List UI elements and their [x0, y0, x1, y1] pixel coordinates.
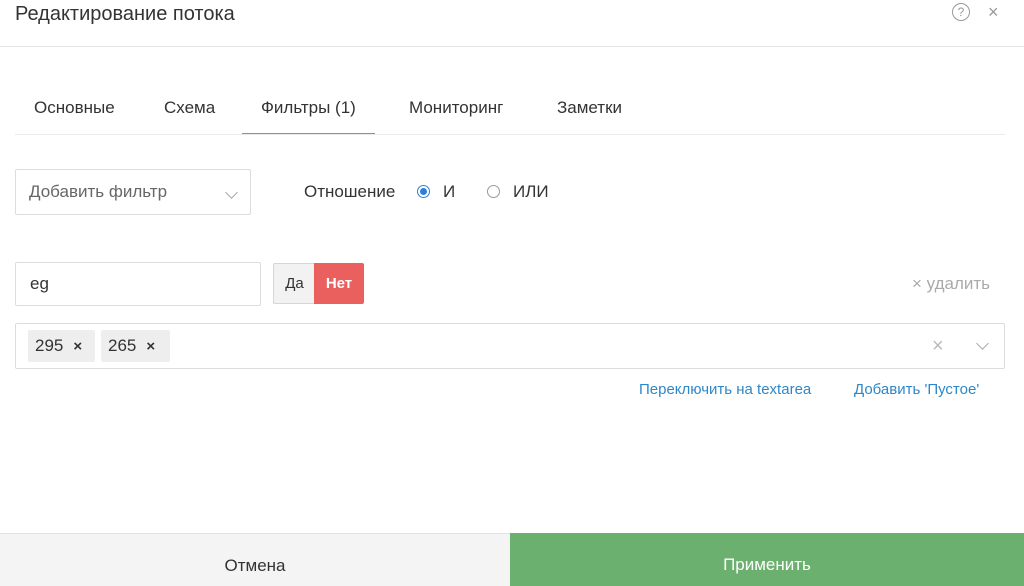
close-icon[interactable]: × — [988, 2, 999, 22]
help-icon[interactable]: ? — [952, 3, 970, 21]
clear-all-icon[interactable]: × — [932, 334, 944, 358]
dialog-title: Редактирование потока — [15, 3, 235, 25]
relation-or-label[interactable]: ИЛИ — [513, 182, 549, 202]
filter-field-input[interactable]: eg — [15, 262, 261, 306]
add-filter-placeholder: Добавить фильтр — [29, 182, 168, 201]
dialog-footer: Отмена Применить — [0, 533, 1024, 586]
value-tag-label: 295 — [35, 336, 64, 355]
tag-remove-icon[interactable]: × — [73, 338, 82, 355]
dialog-header: Редактирование потока ? × — [0, 0, 1024, 47]
yes-button[interactable]: Да — [273, 263, 315, 304]
relation-and-radio[interactable] — [417, 185, 430, 198]
values-multiselect[interactable]: 295 × 265 × × — [15, 323, 1005, 369]
value-tag: 265 × — [101, 330, 170, 362]
apply-button[interactable]: Применить — [510, 533, 1024, 586]
relation-and-label[interactable]: И — [443, 182, 455, 202]
value-tag-label: 265 — [108, 336, 137, 355]
tab-basic[interactable]: Основные — [15, 85, 134, 134]
tab-filters[interactable]: Фильтры (1) — [242, 85, 375, 134]
no-button[interactable]: Нет — [314, 263, 364, 304]
chevron-down-icon[interactable] — [976, 337, 989, 350]
add-filter-select[interactable]: Добавить фильтр — [15, 169, 251, 215]
tab-monitoring[interactable]: Мониторинг — [390, 85, 522, 134]
tab-bar: Основные Схема Фильтры (1) Мониторинг За… — [15, 85, 1005, 135]
tab-scheme[interactable]: Схема — [145, 85, 234, 134]
tab-notes[interactable]: Заметки — [538, 85, 641, 134]
add-empty-link[interactable]: Добавить 'Пустое' — [854, 381, 979, 398]
cancel-button[interactable]: Отмена — [0, 533, 510, 586]
relation-label: Отношение — [304, 182, 396, 201]
value-tag: 295 × — [28, 330, 95, 362]
switch-to-textarea-link[interactable]: Переключить на textarea — [639, 381, 811, 398]
tag-remove-icon[interactable]: × — [146, 338, 155, 355]
delete-filter-link[interactable]: × удалить — [912, 274, 990, 294]
chevron-down-icon — [225, 186, 238, 199]
relation-or-radio[interactable] — [487, 185, 500, 198]
